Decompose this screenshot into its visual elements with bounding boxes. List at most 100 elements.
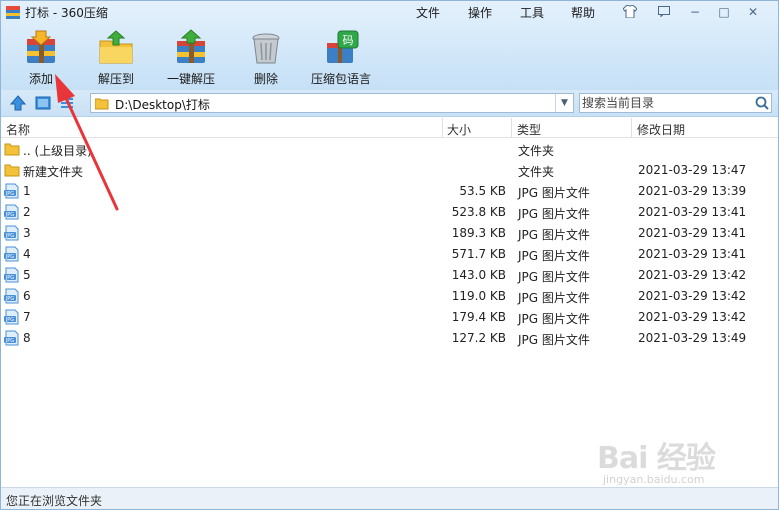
skin-icon[interactable]: [621, 3, 639, 20]
jpg-file-icon: JPG: [4, 225, 19, 241]
file-row[interactable]: JPG 1 53.5 KB JPG 图片文件 2021-03-29 13:39: [1, 181, 778, 202]
feedback-icon[interactable]: [655, 3, 673, 20]
column-divider[interactable]: [631, 118, 632, 137]
minimize-button[interactable]: −: [686, 3, 704, 20]
jpg-file-icon: JPG: [4, 267, 19, 283]
column-size[interactable]: 大小: [447, 121, 471, 138]
column-type[interactable]: 类型: [517, 121, 541, 138]
column-divider[interactable]: [511, 118, 512, 137]
file-type: JPG 图片文件: [518, 249, 590, 263]
close-button[interactable]: ✕: [744, 3, 762, 20]
path-field[interactable]: D:\Desktop\打标 ▼: [90, 93, 574, 113]
file-row[interactable]: JPG 2 523.8 KB JPG 图片文件 2021-03-29 13:41: [1, 202, 778, 223]
column-name[interactable]: 名称: [6, 121, 30, 138]
watermark-url: jingyan.baidu.com: [603, 473, 705, 486]
status-text: 您正在浏览文件夹: [6, 494, 103, 508]
file-name: 5: [23, 268, 31, 282]
file-list: .. (上级目录) 文件夹 新建文件夹 文件夹 2021-03-29 13:47…: [1, 139, 778, 349]
file-modified: 2021-03-29 13:39: [638, 184, 747, 198]
archive-language-button[interactable]: 码 压缩包语言: [306, 27, 376, 87]
menu-help[interactable]: 帮助: [571, 4, 595, 21]
trash-icon: [252, 33, 280, 64]
file-type: JPG 图片文件: [518, 207, 590, 221]
file-size: 143.0 KB: [451, 268, 506, 282]
svg-text:JPG: JPG: [5, 254, 14, 260]
file-modified: 2021-03-29 13:49: [638, 331, 747, 345]
jpg-file-icon: JPG: [4, 309, 19, 325]
file-row[interactable]: JPG 8 127.2 KB JPG 图片文件 2021-03-29 13:49: [1, 328, 778, 349]
file-name: 4: [23, 247, 31, 261]
file-row[interactable]: .. (上级目录) 文件夹: [1, 139, 778, 160]
one-click-extract-label: 一键解压: [166, 72, 215, 86]
menu-operate[interactable]: 操作: [468, 4, 492, 21]
search-input[interactable]: [582, 95, 752, 111]
svg-text:JPG: JPG: [5, 275, 14, 281]
jpg-file-icon: JPG: [4, 183, 19, 199]
svg-text:JPG: JPG: [5, 296, 14, 302]
file-type: JPG 图片文件: [518, 333, 590, 347]
file-row[interactable]: JPG 5 143.0 KB JPG 图片文件 2021-03-29 13:42: [1, 265, 778, 286]
one-click-extract-button[interactable]: 一键解压: [156, 27, 226, 87]
column-divider[interactable]: [442, 118, 443, 137]
file-modified: 2021-03-29 13:42: [638, 310, 747, 324]
file-name: 新建文件夹: [23, 165, 84, 179]
svg-text:JPG: JPG: [5, 317, 14, 323]
extract-to-label: 解压到: [97, 72, 134, 86]
jpg-file-icon: JPG: [4, 288, 19, 304]
header-area: 打标 - 360压缩 文件 操作 工具 帮助 − □ ✕ 添加 解压到 一键解压…: [1, 1, 778, 90]
svg-text:JPG: JPG: [5, 191, 14, 197]
file-modified: 2021-03-29 13:42: [638, 289, 747, 303]
column-modified[interactable]: 修改日期: [637, 121, 685, 138]
folder-icon: [4, 164, 20, 177]
watermark: Bai 经验 jingyan.baidu.com: [597, 433, 747, 493]
archive-language-icon: 码: [327, 30, 359, 63]
file-modified: 2021-03-29 13:42: [638, 268, 747, 282]
file-modified: 2021-03-29 13:41: [638, 205, 747, 219]
file-name: 3: [23, 226, 31, 240]
file-row[interactable]: 新建文件夹 文件夹 2021-03-29 13:47: [1, 160, 778, 181]
file-type: JPG 图片文件: [518, 312, 590, 326]
file-row[interactable]: JPG 6 119.0 KB JPG 图片文件 2021-03-29 13:42: [1, 286, 778, 307]
thumbnail-view-icon[interactable]: [34, 94, 52, 112]
file-modified: 2021-03-29 13:41: [638, 247, 747, 261]
address-bar: D:\Desktop\打标 ▼: [1, 90, 778, 117]
file-size: 571.7 KB: [451, 247, 506, 261]
jpg-file-icon: JPG: [4, 246, 19, 262]
extract-to-button[interactable]: 解压到: [81, 27, 151, 87]
file-type: 文件夹: [518, 165, 555, 179]
app-window: 打标 - 360压缩 文件 操作 工具 帮助 − □ ✕ 添加 解压到 一键解压…: [0, 0, 779, 510]
jpg-file-icon: JPG: [4, 204, 19, 220]
file-size: 119.0 KB: [451, 289, 506, 303]
maximize-button[interactable]: □: [715, 3, 733, 20]
svg-text:码: 码: [343, 34, 354, 47]
file-row[interactable]: JPG 3 189.3 KB JPG 图片文件 2021-03-29 13:41: [1, 223, 778, 244]
chevron-down-icon[interactable]: ▼: [555, 94, 573, 112]
title-bar: 打标 - 360压缩 文件 操作 工具 帮助 − □ ✕: [1, 1, 778, 23]
file-size: 523.8 KB: [451, 205, 506, 219]
file-name: 7: [23, 310, 31, 324]
list-view-icon[interactable]: [58, 94, 76, 112]
search-field[interactable]: [579, 93, 772, 113]
folder-icon: [95, 98, 109, 110]
window-title: 打标 - 360压缩: [25, 6, 108, 20]
watermark-text: Bai 经验: [597, 441, 716, 476]
add-archive-icon: [27, 30, 55, 63]
file-size: 127.2 KB: [451, 331, 506, 345]
search-icon[interactable]: [754, 95, 770, 111]
up-arrow-icon[interactable]: [9, 94, 27, 112]
folder-icon: [4, 143, 20, 156]
one-click-extract-icon: [177, 29, 205, 63]
delete-button[interactable]: 删除: [231, 27, 301, 87]
app-logo-icon: [6, 6, 20, 19]
jpg-file-icon: JPG: [4, 330, 19, 346]
file-row[interactable]: JPG 7 179.4 KB JPG 图片文件 2021-03-29 13:42: [1, 307, 778, 328]
archive-language-label: 压缩包语言: [310, 72, 371, 86]
file-size: 53.5 KB: [459, 184, 506, 198]
file-row[interactable]: JPG 4 571.7 KB JPG 图片文件 2021-03-29 13:41: [1, 244, 778, 265]
add-button[interactable]: 添加: [6, 27, 76, 87]
menu-tools[interactable]: 工具: [520, 4, 544, 21]
delete-label: 删除: [253, 72, 278, 86]
file-type: JPG 图片文件: [518, 228, 590, 242]
extract-to-icon: [99, 30, 133, 64]
menu-file[interactable]: 文件: [416, 4, 440, 21]
